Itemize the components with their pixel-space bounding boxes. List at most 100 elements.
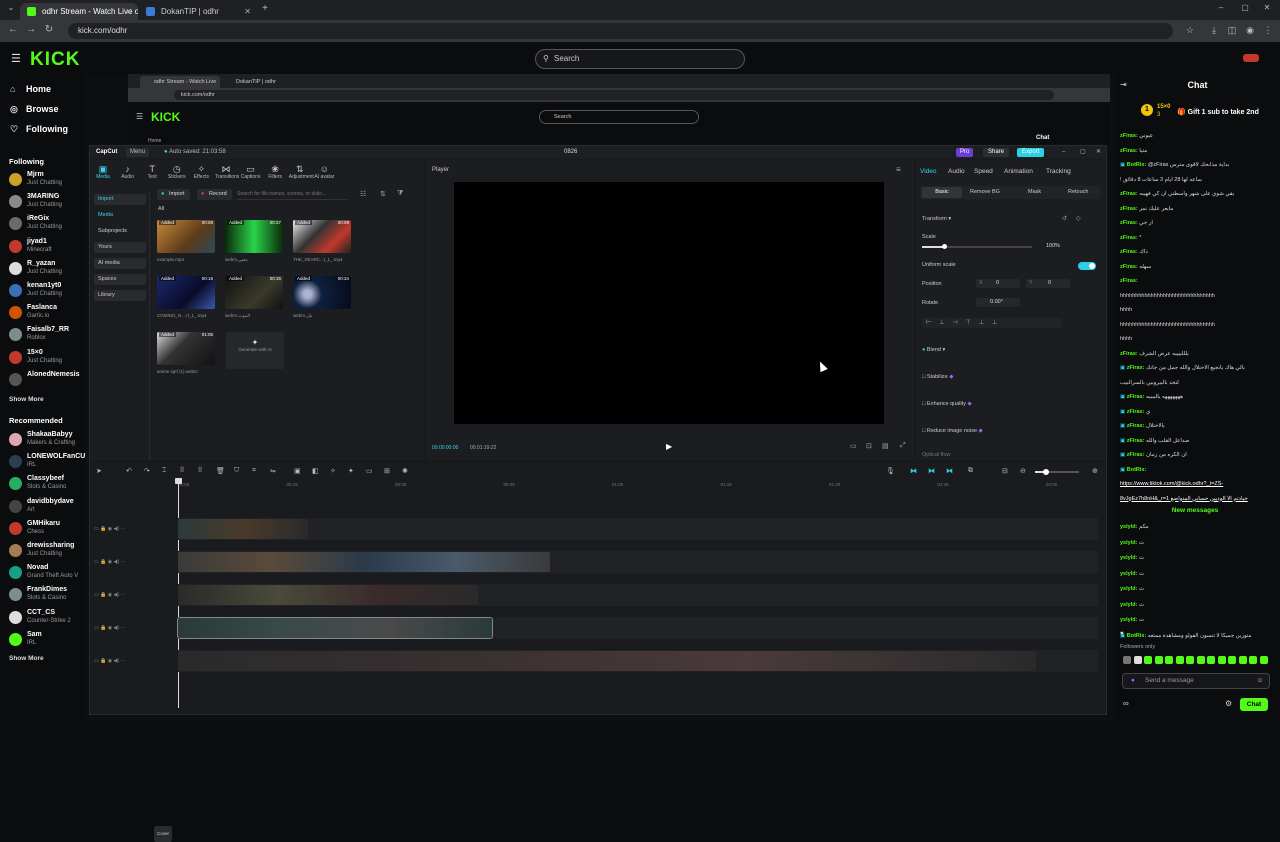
emote-icon[interactable]	[1207, 656, 1215, 664]
following-channel[interactable]: 15×0 Just Chatting	[9, 349, 85, 367]
chat-username[interactable]: yslyld:	[1120, 524, 1137, 530]
bookmark-star-icon[interactable]: ☆	[1184, 25, 1196, 37]
chat-settings-icon[interactable]: ⚙	[1225, 699, 1232, 708]
chat-send-button[interactable]: Chat	[1240, 698, 1268, 711]
track-controls[interactable]: ▭ 🔒 ◉ ◀) ⋯	[94, 592, 125, 598]
recommended-channel[interactable]: drewissharing Just Chatting	[9, 542, 85, 560]
link-icon[interactable]: ⧓	[910, 467, 917, 475]
chat-username[interactable]: yslyld:	[1120, 571, 1137, 577]
tool-filters[interactable]: ❀ Filters	[264, 164, 286, 180]
emote-icon[interactable]	[1217, 656, 1226, 664]
chat-username[interactable]: zFiras:	[1120, 148, 1138, 154]
media-thumbnail[interactable]: Added 00:08	[157, 220, 215, 253]
align-toolbar[interactable]: ⊢⊥⊣⊤⊥⊥	[922, 318, 1062, 328]
user-avatar[interactable]	[1243, 54, 1259, 62]
chat-username[interactable]: zFiras:	[1127, 409, 1145, 415]
chat-username[interactable]: zFiras:	[1120, 206, 1138, 212]
split-right-icon[interactable]: ⌷	[198, 467, 202, 475]
emote-icon[interactable]	[1196, 656, 1205, 664]
tool-stickers[interactable]: ◷ Stickers	[166, 164, 188, 180]
show-more-recommended[interactable]: Show More	[9, 655, 44, 662]
download-icon[interactable]: ⤓	[1208, 25, 1220, 37]
emote-icon[interactable]	[1133, 656, 1142, 664]
share-button[interactable]: Share	[983, 148, 1010, 157]
chat-username[interactable]: yslyld:	[1120, 555, 1137, 561]
tool-text[interactable]: T Text	[141, 164, 163, 180]
zoom-slider[interactable]	[1035, 469, 1079, 475]
chat-username[interactable]: zFiras:	[1127, 394, 1145, 400]
new-tab-icon[interactable]: +	[258, 3, 272, 14]
cat-import[interactable]: Import	[94, 194, 146, 205]
stabilize-label[interactable]: □ Stabilize ◆	[922, 374, 953, 380]
new-messages-divider[interactable]: New messages	[1115, 507, 1275, 514]
cat-media[interactable]: Media	[94, 210, 146, 221]
subtitle-icon[interactable]: ▭	[366, 467, 373, 475]
video-clip[interactable]	[177, 617, 493, 639]
cat-spaces[interactable]: Spaces	[94, 274, 146, 285]
import-button[interactable]: ● Import	[157, 189, 190, 200]
sparkle-icon[interactable]: ✺	[402, 467, 408, 475]
chat-username[interactable]: zFiras:	[1120, 235, 1138, 241]
freeze-icon[interactable]: ▣	[294, 467, 301, 475]
following-channel[interactable]: R_yazan Just Chatting	[9, 260, 85, 278]
tab-search-icon[interactable]: ⌄	[4, 3, 18, 12]
emoji-icon[interactable]: ☺	[1256, 674, 1263, 688]
tool-adjustment[interactable]: ⇅ Adjustment	[289, 164, 314, 180]
snapshot-icon[interactable]: ⊡	[866, 442, 872, 450]
video-clip[interactable]	[178, 552, 550, 572]
url-field[interactable]: kick.com/odhr	[68, 23, 1173, 39]
media-thumbnail[interactable]: Added 00:18	[157, 276, 215, 309]
tool-ai-avatar[interactable]: ☺ AI avatar	[313, 164, 335, 180]
video-clip[interactable]	[178, 519, 308, 539]
chat-username[interactable]: zFiras:	[1127, 452, 1145, 458]
menu-button[interactable]: Menu	[126, 148, 150, 157]
media-thumbnail[interactable]: Added 00:09	[293, 220, 351, 253]
reload-icon[interactable]: ↻	[42, 24, 56, 35]
scale-slider-handle[interactable]	[942, 244, 947, 249]
sub-tab-mask[interactable]: Mask	[1028, 187, 1041, 198]
player-canvas[interactable]	[454, 182, 884, 424]
cat-ai-media[interactable]: AI media	[94, 258, 146, 269]
gift-banner[interactable]: 🎁 Gift 1 sub to take 2nd	[1177, 108, 1259, 116]
emote-icon[interactable]	[1228, 656, 1236, 664]
undo-icon[interactable]: ↶	[126, 467, 132, 475]
prop-tab-tracking[interactable]: Tracking	[1046, 168, 1071, 175]
record-button[interactable]: ● Record	[197, 189, 232, 200]
magic-icon[interactable]: ✦	[348, 467, 354, 475]
chat-username[interactable]: zFiras:	[1120, 220, 1138, 226]
following-channel[interactable]: Mjrm Just Chatting	[9, 171, 85, 189]
zoom-out-icon[interactable]: ⊖	[1020, 467, 1026, 475]
redo-icon[interactable]: ↷	[144, 467, 150, 475]
nav-browse[interactable]: ◎ Browse	[10, 104, 59, 115]
chat-username[interactable]: BotRix:	[1127, 633, 1147, 639]
chat-username[interactable]: zFiras:	[1120, 133, 1138, 139]
chat-username[interactable]: yslyld:	[1120, 602, 1137, 608]
video-clip[interactable]	[178, 585, 478, 605]
export-button[interactable]: Export	[1017, 148, 1045, 157]
minimize-icon[interactable]: –	[1062, 146, 1065, 159]
chat-username[interactable]: zFiras:	[1120, 264, 1138, 270]
emote-icon[interactable]	[1259, 656, 1268, 664]
close-window-icon[interactable]: ✕	[1260, 3, 1274, 12]
forward-icon[interactable]: →	[24, 24, 38, 35]
close-tab-icon[interactable]: ✕	[125, 3, 132, 20]
following-channel[interactable]: Faslanca Gartic.io	[9, 304, 85, 322]
pro-button[interactable]: Pro	[956, 148, 974, 157]
sub-tab-remove-bg[interactable]: Remove BG	[970, 187, 1000, 198]
cat-library[interactable]: Library	[94, 290, 146, 301]
chat-username[interactable]: zFiras:	[1120, 351, 1138, 357]
following-channel[interactable]: 3MARING Just Chatting	[9, 193, 85, 211]
minimize-icon[interactable]: –	[1214, 3, 1228, 12]
sub-tab-retouch[interactable]: Retouch	[1068, 187, 1089, 198]
reset-icon[interactable]: ↺	[1062, 215, 1067, 222]
track-controls[interactable]: ▭ 🔒 ◉ ◀) ⋯	[94, 658, 125, 664]
prop-tab-animation[interactable]: Animation	[1004, 168, 1033, 175]
chat-username[interactable]: yslyld:	[1120, 617, 1137, 623]
emote-icon[interactable]	[1123, 656, 1131, 664]
chat-username[interactable]: yslyld:	[1120, 540, 1137, 546]
chat-username[interactable]: BotRix:	[1127, 162, 1147, 168]
menu-dots-icon[interactable]: ⋮	[1262, 25, 1274, 37]
maximize-icon[interactable]: ▢	[1080, 146, 1086, 159]
hamburger-menu-icon[interactable]: ☰	[11, 52, 21, 65]
mirror-icon[interactable]: ⇋	[270, 467, 276, 475]
